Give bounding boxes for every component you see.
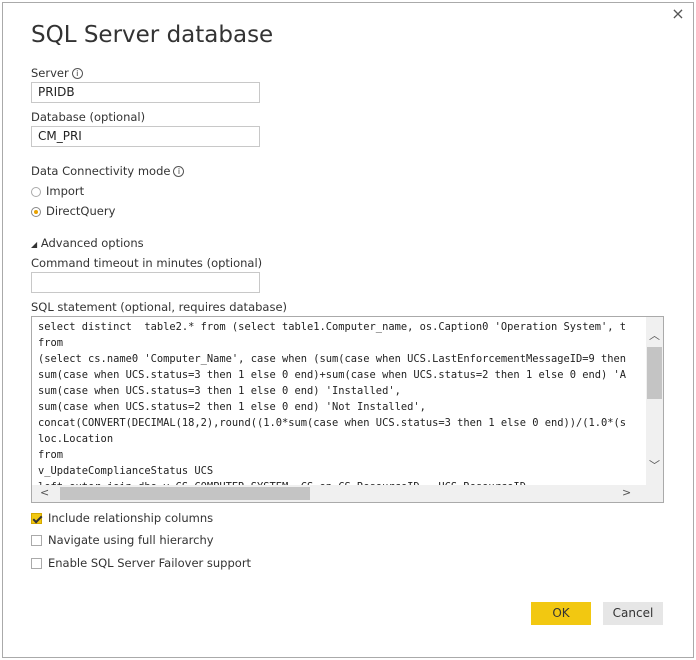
ok-button[interactable]: OK (531, 602, 591, 625)
sql-statement-label: SQL statement (optional, requires databa… (31, 300, 288, 314)
sql-line: from (38, 337, 64, 349)
cancel-button[interactable]: Cancel (603, 602, 663, 625)
sql-line: sum(case when UCS.status=2 then 1 else 0… (38, 401, 426, 413)
radio-directquery[interactable]: DirectQuery (31, 204, 115, 218)
sql-line: from (38, 449, 64, 461)
horizontal-scrollbar[interactable]: < > (32, 485, 663, 502)
server-input[interactable]: PRIDB (31, 82, 260, 103)
horizontal-scroll-thumb[interactable] (60, 487, 310, 500)
checkbox-failover-support[interactable]: Enable SQL Server Failover support (31, 556, 251, 570)
radio-unchecked-icon[interactable] (31, 186, 41, 197)
sql-line: sum(case when UCS.status=3 then 1 else 0… (38, 369, 627, 381)
sql-line: sum(case when UCS.status=3 then 1 else 0… (38, 385, 401, 397)
server-label: Server i (31, 66, 83, 80)
checkbox-checked-icon[interactable] (31, 513, 42, 524)
advanced-options-label: Advanced options (40, 236, 144, 250)
checkbox-label: Enable SQL Server Failover support (48, 556, 252, 570)
radio-checked-icon[interactable] (31, 206, 41, 217)
connectivity-label: Data Connectivity mode i (31, 164, 185, 178)
checkbox-label: Navigate using full hierarchy (48, 533, 214, 547)
scroll-left-icon[interactable]: < (40, 486, 49, 499)
sql-line: loc.Location (38, 433, 114, 445)
dialog-title: SQL Server database (31, 22, 274, 48)
sql-line: v_UpdateComplianceStatus UCS (38, 465, 214, 477)
scroll-right-icon[interactable]: > (622, 486, 631, 499)
checkbox-unchecked-icon[interactable] (31, 535, 42, 546)
timeout-input[interactable] (31, 272, 260, 293)
checkbox-navigate-hierarchy[interactable]: Navigate using full hierarchy (31, 533, 214, 547)
checkbox-include-relationship[interactable]: Include relationship columns (31, 511, 213, 525)
sql-line: concat(CONVERT(DECIMAL(18,2),round((1.0*… (38, 417, 627, 429)
checkbox-label: Include relationship columns (48, 511, 214, 525)
advanced-options-toggle[interactable]: ◢ Advanced options (31, 236, 144, 250)
info-icon[interactable]: i (71, 68, 83, 79)
vertical-scroll-thumb[interactable] (647, 347, 662, 399)
sql-line: select distinct table2.* from (select ta… (38, 321, 627, 333)
sql-code[interactable]: select distinct table2.* from (select ta… (38, 319, 646, 502)
scroll-up-icon[interactable]: ︿ (649, 327, 660, 343)
scroll-down-icon[interactable]: ﹀ (649, 457, 660, 473)
sql-line: (select cs.name0 'Computer_Name', case w… (38, 353, 627, 365)
server-label-text: Server (31, 66, 69, 80)
connectivity-label-text: Data Connectivity mode (31, 164, 171, 178)
database-input[interactable]: CM_PRI (31, 126, 260, 147)
radio-import[interactable]: Import (31, 184, 84, 198)
vertical-scrollbar[interactable]: ︿ ﹀ (646, 317, 663, 485)
close-icon[interactable]: × (668, 4, 688, 24)
radio-import-label: Import (46, 184, 85, 198)
triangle-expanded-icon: ◢ (31, 240, 38, 249)
info-icon[interactable]: i (173, 166, 185, 177)
database-label: Database (optional) (31, 110, 146, 124)
checkbox-unchecked-icon[interactable] (31, 558, 42, 569)
sql-statement-textarea[interactable]: select distinct table2.* from (select ta… (31, 316, 664, 503)
timeout-label: Command timeout in minutes (optional) (31, 256, 263, 270)
radio-directquery-label: DirectQuery (46, 204, 116, 218)
